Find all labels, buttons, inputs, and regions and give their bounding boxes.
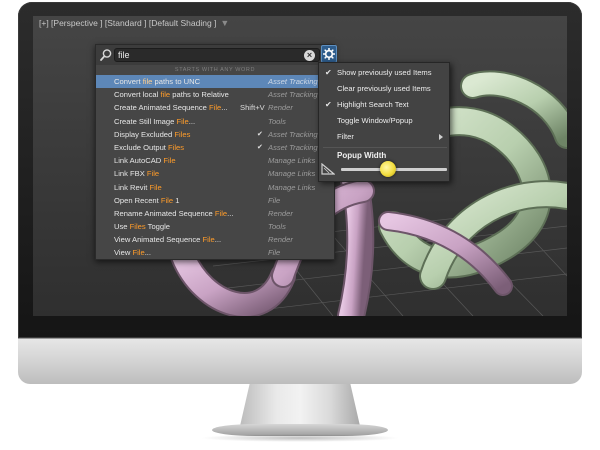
- result-shortcut: Shift+V: [240, 103, 265, 113]
- result-name: Create Still Image File...: [114, 116, 196, 126]
- result-name: View Animated Sequence File...: [114, 235, 222, 245]
- result-name: Open Recent File 1: [114, 195, 180, 205]
- match-highlight: File: [214, 208, 228, 218]
- menu-item-label: Toggle Window/Popup: [337, 116, 413, 125]
- search-popup: file × STARTS WITH ANY WORD Convert file…: [95, 44, 335, 260]
- menu-item-label: Show previously used Items: [337, 68, 432, 77]
- monitor-chin: [18, 338, 582, 384]
- search-icon: [100, 49, 112, 61]
- result-category: Tools: [268, 116, 286, 126]
- result-row[interactable]: Link AutoCAD File Manage Links: [96, 154, 334, 167]
- popup-width-title: Popup Width: [337, 151, 387, 160]
- result-name: Rename Animated Sequence File...: [114, 208, 234, 218]
- result-row[interactable]: View Animated Sequence File... Render: [96, 233, 334, 246]
- result-category: Manage Links: [268, 156, 316, 166]
- result-row[interactable]: Open Recent File 1 File: [96, 194, 334, 207]
- result-name: View File...: [114, 248, 152, 258]
- results-list: Convert file paths to UNC Asset Tracking C…: [96, 75, 334, 260]
- check-icon: ✔: [257, 143, 263, 151]
- menu-item-label: Filter: [337, 132, 354, 141]
- monitor-base-shadow: [200, 434, 400, 442]
- result-row[interactable]: Convert file paths to UNC Asset Tracking: [96, 75, 334, 89]
- menu-item-filter[interactable]: Filter: [319, 129, 449, 145]
- result-name: Exclude Output Files: [114, 142, 185, 152]
- result-name: Link AutoCAD File: [114, 156, 176, 166]
- result-category: Asset Tracking: [268, 77, 318, 86]
- result-row[interactable]: Use Files Toggle Tools: [96, 220, 334, 233]
- search-input[interactable]: file ×: [114, 48, 320, 62]
- result-name: Convert file paths to UNC: [114, 77, 201, 86]
- result-category: File: [268, 248, 281, 258]
- viewport-label[interactable]: [+] [Perspective ] [Standard ] [Default …: [39, 18, 229, 28]
- result-row[interactable]: Create Still Image File... Tools: [96, 115, 334, 128]
- match-highlight: file: [160, 90, 171, 100]
- match-highlight: Files: [129, 222, 146, 232]
- match-highlight: File: [163, 156, 176, 166]
- menu-item-highlight-search[interactable]: ✔ Highlight Search Text: [319, 97, 449, 113]
- menu-item-label: Clear previously used Items: [337, 84, 431, 93]
- submenu-arrow-icon: [439, 134, 443, 140]
- check-icon: ✔: [325, 68, 332, 77]
- result-category: File: [268, 195, 281, 205]
- result-row[interactable]: Create Animated Sequence File... Shift+V R…: [96, 101, 334, 114]
- match-highlight: File: [160, 195, 174, 205]
- result-category: Asset Tracking: [268, 129, 318, 139]
- match-highlight: File: [209, 103, 222, 113]
- funnel-icon[interactable]: ▼: [220, 18, 229, 28]
- search-bar: file ×: [96, 45, 334, 65]
- match-highlight: Files: [174, 129, 191, 139]
- check-icon: ✔: [257, 130, 263, 138]
- monitor-stand: [240, 384, 360, 426]
- result-name: Display Excluded Files: [114, 129, 191, 139]
- result-row[interactable]: Link Revit File Manage Links: [96, 181, 334, 194]
- clear-icon[interactable]: ×: [304, 50, 315, 61]
- result-category: Manage Links: [268, 169, 316, 179]
- result-name: Link Revit File: [114, 182, 162, 192]
- result-category: Tools: [268, 222, 286, 232]
- viewport-screen[interactable]: [+] [Perspective ] [Standard ] [Default …: [33, 16, 567, 316]
- menu-item-show-previous[interactable]: ✔ Show previously used Items: [319, 65, 449, 81]
- section-header: STARTS WITH ANY WORD: [174, 67, 256, 73]
- result-category: Render: [268, 103, 293, 113]
- result-row[interactable]: View File... File: [96, 246, 334, 259]
- result-name: Convert local file paths to Relative: [114, 90, 229, 100]
- result-category: Asset Tracking: [268, 142, 318, 152]
- menu-item-clear-previous[interactable]: Clear previously used Items: [319, 81, 449, 97]
- result-row[interactable]: Rename Animated Sequence File... Render: [96, 207, 334, 220]
- result-category: Manage Links: [268, 182, 316, 192]
- options-button[interactable]: [321, 45, 337, 63]
- viewport-label-text[interactable]: [+] [Perspective ] [Standard ] [Default …: [39, 18, 216, 28]
- menu-item-label: Highlight Search Text: [337, 100, 409, 109]
- match-highlight: File: [146, 169, 160, 179]
- result-row[interactable]: Link FBX File Manage Links: [96, 167, 334, 180]
- match-highlight: File: [149, 182, 162, 192]
- resize-grip-icon[interactable]: [321, 163, 335, 175]
- result-category: Render: [268, 208, 293, 218]
- search-input-value: file: [118, 50, 130, 60]
- match-highlight: file: [142, 77, 153, 86]
- gear-icon: [323, 48, 335, 60]
- options-menu: ✔ Show previously used Items Clear previ…: [318, 62, 450, 182]
- result-row[interactable]: Exclude Output Files ✔ Asset Tracking: [96, 141, 334, 154]
- slider-thumb[interactable]: [379, 161, 396, 177]
- result-row[interactable]: Convert local file paths to Relative Asse…: [96, 88, 334, 101]
- result-name: Use Files Toggle: [114, 222, 171, 232]
- result-name: Link FBX File: [114, 169, 160, 179]
- match-highlight: File: [176, 116, 189, 126]
- match-highlight: Files: [168, 142, 185, 152]
- result-name: Create Animated Sequence File...: [114, 103, 228, 113]
- check-icon: ✔: [325, 100, 332, 109]
- menu-separator: [323, 147, 447, 148]
- match-highlight: File: [132, 248, 145, 258]
- result-row[interactable]: Display Excluded Files ✔ Asset Tracking: [96, 128, 334, 141]
- match-highlight: File: [202, 235, 215, 245]
- menu-item-toggle-window[interactable]: Toggle Window/Popup: [319, 113, 449, 129]
- result-category: Asset Tracking: [268, 90, 318, 100]
- result-category: Render: [268, 235, 293, 245]
